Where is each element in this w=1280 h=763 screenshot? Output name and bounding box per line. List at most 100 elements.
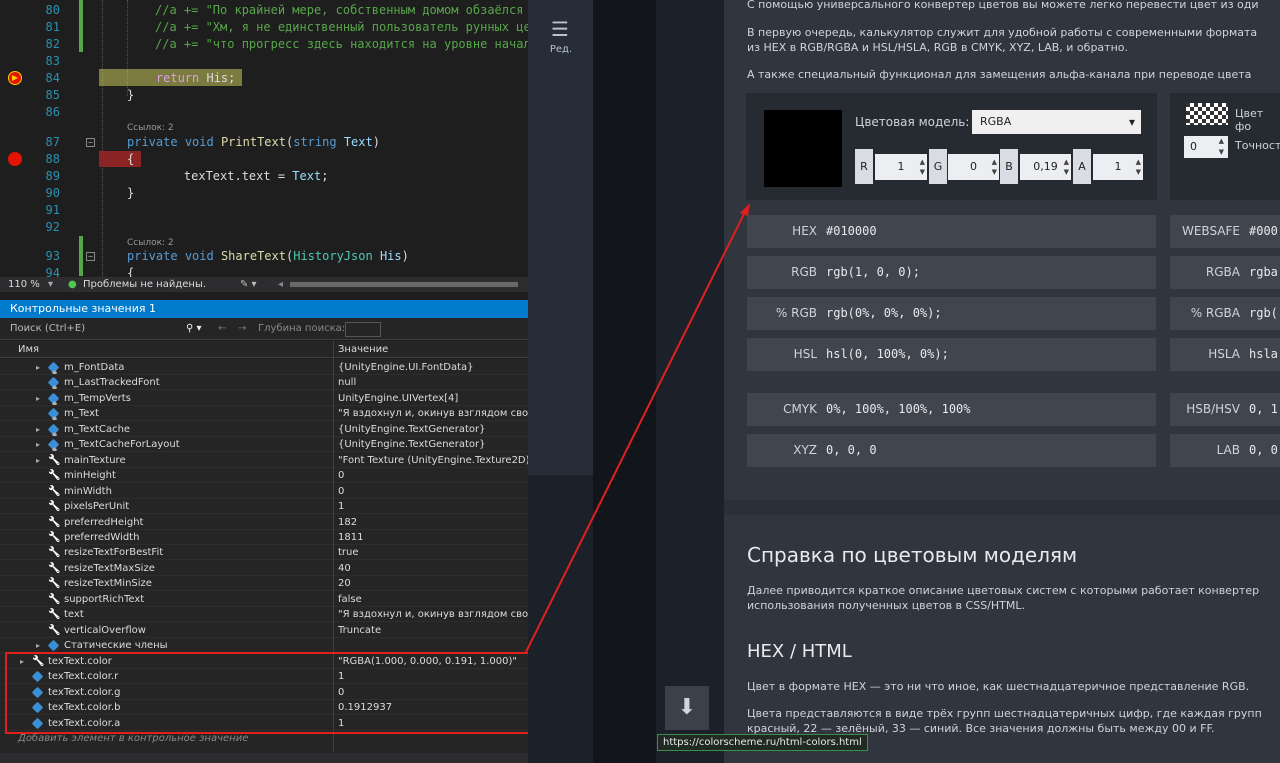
arrow-left-icon[interactable]: ← xyxy=(218,318,226,340)
spinner-icon[interactable]: ▲ ▼ xyxy=(1064,157,1069,177)
expand-icon[interactable]: ▸ xyxy=(36,453,44,467)
chevron-down-icon[interactable]: ▾ xyxy=(48,277,53,292)
brush-icon[interactable]: ✎ ▾ xyxy=(240,277,257,292)
code-line[interactable]: 93 private void ShareText(HistoryJson His… xyxy=(0,248,528,265)
scroll-left-icon[interactable]: ◂ xyxy=(278,277,283,292)
code-line[interactable]: 91 xyxy=(0,202,528,219)
watch-row[interactable]: 🔧 pixelsPerUnit 1 xyxy=(0,499,528,515)
watch-value[interactable]: "Font Texture (UnityEngine.Texture2D)" xyxy=(338,453,528,467)
watch-value[interactable]: 40 xyxy=(338,561,351,575)
watch-value[interactable]: {UnityEngine.UI.FontData} xyxy=(338,360,474,374)
watch-row[interactable]: ▸ Статические члены xyxy=(0,638,528,654)
format-value[interactable]: rgba xyxy=(1249,256,1278,289)
code-line[interactable]: 88 { xyxy=(0,151,528,168)
code-line[interactable]: 94 { xyxy=(0,265,528,277)
toc-label[interactable]: Ред. xyxy=(545,44,577,55)
watch-value[interactable]: 20 xyxy=(338,576,351,590)
watch-value[interactable]: 0 xyxy=(338,468,344,482)
background-checker-icon[interactable] xyxy=(1186,103,1228,125)
watch-row[interactable]: 🔧text "Я вздохнул и, окинув взглядом своё… xyxy=(0,607,528,623)
watch-value[interactable]: false xyxy=(338,592,362,606)
column-name-header[interactable]: Имя xyxy=(18,341,39,358)
format-value[interactable]: 0, 0, 0 xyxy=(826,434,877,467)
code-line[interactable]: 85} xyxy=(0,87,528,104)
expand-icon[interactable]: ▸ xyxy=(36,437,44,451)
watch-value[interactable]: 182 xyxy=(338,515,357,529)
scroll-down-icon[interactable]: ⬇ xyxy=(665,686,709,730)
add-watch-item[interactable]: Добавить элемент в контрольное значение xyxy=(18,733,248,744)
format-value[interactable]: #000 xyxy=(1249,215,1278,248)
spinner-icon[interactable]: ▲ ▼ xyxy=(920,157,925,177)
watch-row[interactable]: 🔧 minWidth 0 xyxy=(0,484,528,499)
watch-window-title[interactable]: Контрольные значения 1 xyxy=(0,300,528,318)
watch-value[interactable]: "Я вздохнул и, окинув взглядом своё ныне… xyxy=(338,607,528,621)
watch-row[interactable]: ▸ m_FontData {UnityEngine.UI.FontData} xyxy=(0,360,528,375)
watch-row[interactable]: 🔧 resizeTextMinSize 20 xyxy=(0,576,528,592)
format-value[interactable]: rgb( xyxy=(1249,297,1278,330)
search-input[interactable]: Поиск (Ctrl+E) xyxy=(10,318,85,340)
reference-count[interactable]: Ссылок: 2 xyxy=(127,122,174,134)
format-value[interactable]: hsla xyxy=(1249,338,1278,371)
code-line[interactable]: 83 xyxy=(0,53,528,70)
zoom-level[interactable]: 110 % xyxy=(8,277,40,292)
watch-row[interactable]: 🔧 supportRichText false xyxy=(0,592,528,607)
watch-value[interactable]: 1 xyxy=(338,499,344,513)
channel-input[interactable]: 0 ▲ ▼ xyxy=(948,154,999,180)
channel-input[interactable]: 0,19 ▲ ▼ xyxy=(1020,154,1071,180)
format-value[interactable]: 0, 1 xyxy=(1249,393,1278,426)
watch-row[interactable]: 🔧 minHeight 0 xyxy=(0,468,528,484)
channel-input[interactable]: 1 ▲ ▼ xyxy=(875,154,927,180)
expand-icon[interactable]: ▸ xyxy=(36,391,44,405)
watch-row[interactable]: ▸ m_TextCache {UnityEngine.TextGenerator} xyxy=(0,422,528,437)
watch-row[interactable]: ▸ m_TextCacheForLayout {UnityEngine.TextGe… xyxy=(0,437,528,453)
format-value[interactable]: #010000 xyxy=(826,215,877,248)
code-line[interactable]: 81 //a += "Хм, я не единственный пользова… xyxy=(0,19,528,36)
code-editor[interactable]: − − Ссылок: 2 Ссылок: 2 80//a += "По кра… xyxy=(0,0,528,277)
search-icon[interactable]: ⚲ ▾ xyxy=(186,318,202,340)
watch-row[interactable]: 🔧 resizeTextForBestFit true xyxy=(0,545,528,561)
watch-row[interactable]: ▸ m_TempVerts UnityEngine.UIVertex[4] xyxy=(0,391,528,406)
watch-value[interactable]: 0 xyxy=(338,484,344,498)
watch-value[interactable]: true xyxy=(338,545,359,559)
watch-row[interactable]: ▸ 🔧 mainTexture "Font Texture (UnityEngine.… xyxy=(0,453,528,468)
arrow-right-icon[interactable]: → xyxy=(238,318,246,340)
color-model-select[interactable]: RGBA xyxy=(972,110,1141,134)
code-line[interactable]: 80 //a += "По крайней мере, собственным д… xyxy=(0,2,528,19)
code-line[interactable]: 92 xyxy=(0,219,528,236)
expand-icon[interactable]: ▸ xyxy=(36,638,44,652)
watch-row[interactable]: m_Text "Я вздохнул и, окинув взглядом сво… xyxy=(0,406,528,422)
watch-value[interactable]: "Я вздохнул и, окинув взглядом своё н xyxy=(338,406,528,420)
watch-value[interactable]: null xyxy=(338,375,356,389)
watch-row[interactable]: 🔧 verticalOverflow Truncate xyxy=(0,623,528,638)
code-line[interactable]: 87 private void PrintText(string Text) xyxy=(0,134,528,151)
watch-row[interactable]: m_LastTrackedFont null xyxy=(0,375,528,391)
precision-input[interactable]: 0 ▲ ▼ xyxy=(1184,136,1228,158)
spinner-icon[interactable]: ▲ ▼ xyxy=(1219,136,1224,158)
code-line[interactable]: 86 xyxy=(0,104,528,121)
spinner-icon[interactable]: ▲ ▼ xyxy=(992,157,997,177)
column-value-header[interactable]: Значение xyxy=(338,341,388,358)
code-line[interactable]: 82 //a += "что прогресс здесь находится н… xyxy=(0,36,528,53)
format-value[interactable]: rgb(1, 0, 0); xyxy=(826,256,920,289)
problems-status[interactable]: Проблемы не найдены. xyxy=(83,277,206,292)
format-value[interactable]: rgb(0%, 0%, 0%); xyxy=(826,297,942,330)
horizontal-scrollbar[interactable] xyxy=(290,282,518,287)
channel-input[interactable]: 1 ▲ ▼ xyxy=(1093,154,1143,180)
watch-value[interactable]: Truncate xyxy=(338,623,381,637)
watch-value[interactable]: 1811 xyxy=(338,530,363,544)
format-value[interactable]: hsl(0, 100%, 0%); xyxy=(826,338,949,371)
expand-icon[interactable]: ▸ xyxy=(36,422,44,436)
code-line[interactable]: 84 return His; xyxy=(0,70,528,87)
watch-row[interactable]: 🔧 resizeTextMaxSize 40 xyxy=(0,561,528,576)
watch-row[interactable]: 🔧 preferredWidth 1811 xyxy=(0,530,528,545)
list-icon[interactable]: ☰ xyxy=(549,19,571,39)
watch-value[interactable]: {UnityEngine.TextGenerator} xyxy=(338,422,485,436)
watch-row[interactable]: 🔧 preferredHeight 182 xyxy=(0,515,528,530)
watch-value[interactable]: UnityEngine.UIVertex[4] xyxy=(338,391,458,405)
search-depth-select[interactable] xyxy=(345,322,381,337)
format-value[interactable]: 0%, 100%, 100%, 100% xyxy=(826,393,971,426)
code-line[interactable]: 90} xyxy=(0,185,528,202)
expand-icon[interactable]: ▸ xyxy=(36,360,44,374)
spinner-icon[interactable]: ▲ ▼ xyxy=(1136,157,1141,177)
format-value[interactable]: 0, 0 xyxy=(1249,434,1278,467)
